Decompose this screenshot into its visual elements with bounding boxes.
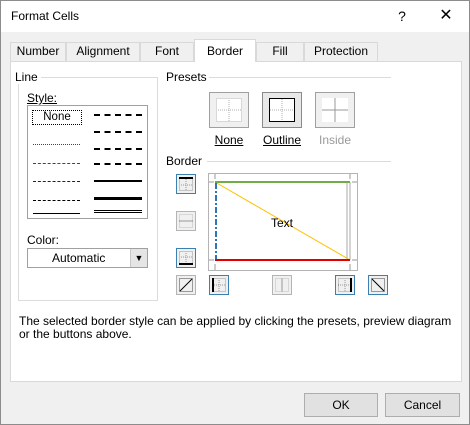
presets-label: Presets (166, 70, 207, 84)
preset-inside-label: Inside (318, 133, 352, 147)
border-inside-vertical-icon (275, 278, 289, 292)
style-label: Style: (27, 91, 58, 105)
line-style-medium-dash-dot-dot[interactable] (94, 114, 142, 116)
color-label: Color: (27, 233, 60, 247)
window-title: Format Cells (11, 9, 80, 23)
tab-number[interactable]: Number (10, 42, 66, 61)
line-style-hairline[interactable] (33, 144, 80, 145)
ok-button[interactable]: OK (304, 393, 378, 417)
tab-border[interactable]: Border (194, 39, 256, 62)
line-style-dash-dot-dot[interactable] (33, 181, 80, 182)
cancel-button[interactable]: Cancel (385, 393, 460, 417)
border-right-icon (338, 278, 352, 292)
border-label: Border (166, 154, 203, 168)
diagonal-up-icon (179, 278, 193, 292)
tab-alignment[interactable]: Alignment (66, 42, 140, 61)
color-value: Automatic (52, 251, 106, 265)
border-diagonal-up-button[interactable] (176, 275, 196, 295)
border-top-icon (179, 177, 193, 191)
preset-none-icon (216, 98, 242, 122)
border-left-icon (212, 278, 226, 292)
chevron-down-icon[interactable]: ▼ (130, 249, 147, 267)
preset-none-button[interactable] (209, 92, 249, 128)
border-bottom-icon (179, 251, 193, 265)
presets-divider (209, 77, 391, 78)
preset-inside-button (315, 92, 355, 128)
info-text: The selected border style can be applied… (19, 314, 452, 341)
line-style-medium-dashed[interactable] (94, 163, 142, 165)
border-inside-horizontal-button (176, 211, 196, 231)
border-inside-horizontal-icon (179, 214, 193, 228)
border-right-button[interactable] (335, 275, 355, 295)
preset-outline-icon (269, 98, 295, 122)
preset-outline-button[interactable] (262, 92, 302, 128)
color-dropdown[interactable]: Automatic ▼ (27, 248, 148, 268)
line-style-double[interactable] (94, 210, 142, 213)
border-top-button[interactable] (176, 174, 196, 194)
border-divider (207, 161, 391, 162)
preview-sample-text: Text (271, 216, 294, 230)
border-left-button[interactable] (209, 275, 229, 295)
border-diagonal-down-button[interactable] (368, 275, 388, 295)
line-style-thin[interactable] (33, 213, 80, 214)
line-style-dotted[interactable] (33, 163, 80, 164)
tab-protection[interactable]: Protection (304, 42, 378, 61)
tab-font[interactable]: Font (140, 42, 194, 61)
preset-inside-icon (322, 98, 348, 122)
line-group-label: Line (12, 70, 41, 84)
close-button[interactable]: ✕ (431, 4, 461, 28)
line-style-dash-dot[interactable] (33, 200, 80, 201)
preset-outline-label: Outline (262, 133, 302, 147)
line-style-list[interactable]: None (27, 105, 148, 219)
help-button[interactable]: ? (387, 4, 417, 28)
preset-none-label: None (214, 133, 244, 147)
line-style-slant-dash-dot[interactable] (94, 131, 142, 133)
format-cells-dialog: Format Cells ? ✕ Number Alignment Font B… (0, 0, 470, 425)
title-bar: Format Cells ? ✕ (1, 1, 469, 32)
tab-fill[interactable]: Fill (256, 42, 304, 61)
line-style-medium[interactable] (94, 180, 142, 182)
line-style-medium-dash-dot[interactable] (94, 148, 142, 150)
border-inside-vertical-button (272, 275, 292, 295)
line-style-none[interactable]: None (32, 110, 82, 125)
diagonal-down-icon (371, 278, 385, 292)
line-style-thick[interactable] (94, 197, 142, 200)
border-bottom-button[interactable] (176, 248, 196, 268)
